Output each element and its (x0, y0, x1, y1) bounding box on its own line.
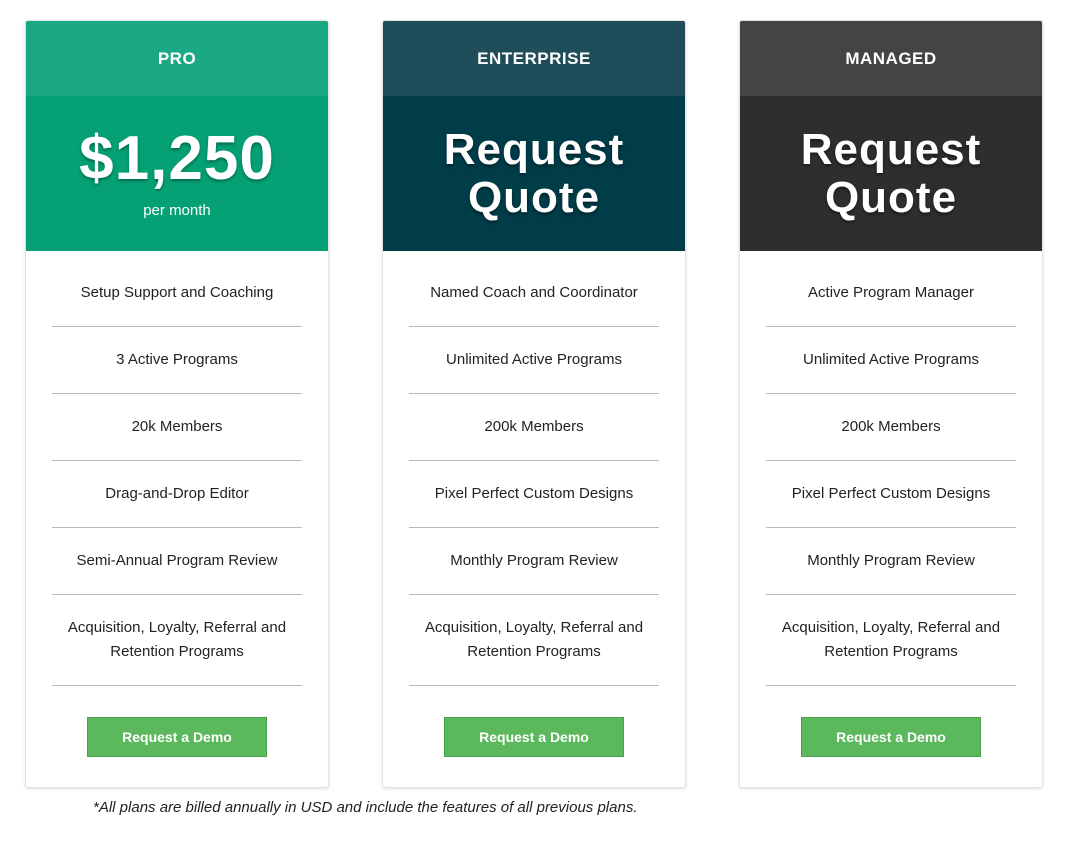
feature-label: Named Coach and Coordinator (430, 284, 638, 301)
feature-item: Pixel Perfect Custom Designs (766, 461, 1016, 528)
plan-price-panel: Request Quote (740, 96, 1042, 251)
plan-price-line-1: Request (443, 124, 625, 174)
feature-item: 3 Active Programs (52, 327, 302, 394)
feature-item: Unlimited Active Programs (409, 327, 659, 394)
feature-list: Active Program Manager Unlimited Active … (740, 251, 1042, 686)
feature-item: 200k Members (409, 394, 659, 461)
feature-label: Monthly Program Review (450, 552, 618, 569)
feature-label: Unlimited Active Programs (803, 351, 979, 368)
plan-price: $1,250 (79, 124, 275, 193)
feature-item: Drag-and-Drop Editor (52, 461, 302, 528)
feature-item: Monthly Program Review (409, 528, 659, 595)
feature-label: Pixel Perfect Custom Designs (791, 485, 991, 502)
feature-label: Acquisition, Loyalty, Referral and Reten… (424, 619, 644, 660)
feature-label: Unlimited Active Programs (446, 351, 622, 368)
plan-price-line-2: Quote (824, 172, 958, 222)
request-demo-button[interactable]: Request a Demo (444, 717, 624, 757)
feature-label: 200k Members (484, 418, 584, 435)
feature-item: Setup Support and Coaching (52, 260, 302, 327)
plan-price-line-1: Request (800, 124, 982, 174)
plan-card-enterprise: ENTERPRISE Request Quote Named Coach and… (382, 20, 686, 788)
feature-item: Acquisition, Loyalty, Referral and Reten… (409, 595, 659, 686)
feature-item: Semi-Annual Program Review (52, 528, 302, 595)
billing-footnote: *All plans are billed annually in USD an… (93, 799, 638, 816)
feature-label: 20k Members (131, 418, 223, 435)
plan-name: MANAGED (740, 21, 1042, 96)
feature-item: Unlimited Active Programs (766, 327, 1016, 394)
feature-list: Named Coach and Coordinator Unlimited Ac… (383, 251, 685, 686)
plan-price-panel: Request Quote (383, 96, 685, 251)
feature-label: Active Program Manager (808, 284, 974, 301)
feature-item: Acquisition, Loyalty, Referral and Reten… (766, 595, 1016, 686)
feature-label: Pixel Perfect Custom Designs (434, 485, 634, 502)
plan-price-panel: $1,250 per month (26, 96, 328, 251)
feature-item: 200k Members (766, 394, 1016, 461)
feature-label: 3 Active Programs (116, 351, 238, 368)
feature-label: Monthly Program Review (807, 552, 975, 569)
plan-card-pro: PRO $1,250 per month Setup Support and C… (25, 20, 329, 788)
feature-item: Pixel Perfect Custom Designs (409, 461, 659, 528)
feature-item: Named Coach and Coordinator (409, 260, 659, 327)
feature-label: Setup Support and Coaching (80, 284, 274, 301)
feature-label: Semi-Annual Program Review (76, 552, 278, 569)
plan-card-managed: MANAGED Request Quote Active Program Man… (739, 20, 1043, 788)
feature-label: Acquisition, Loyalty, Referral and Reten… (781, 619, 1001, 660)
plan-price-period: per month (143, 202, 211, 219)
pricing-plans: PRO $1,250 per month Setup Support and C… (0, 0, 1070, 841)
feature-item: Active Program Manager (766, 260, 1016, 327)
plan-name: PRO (26, 21, 328, 96)
feature-item: Monthly Program Review (766, 528, 1016, 595)
plan-name: ENTERPRISE (383, 21, 685, 96)
feature-label: Acquisition, Loyalty, Referral and Reten… (67, 619, 287, 660)
plan-price-line-2: Quote (467, 172, 601, 222)
feature-label: Drag-and-Drop Editor (105, 485, 249, 502)
request-demo-button[interactable]: Request a Demo (801, 717, 981, 757)
feature-label: 200k Members (841, 418, 941, 435)
feature-item: Acquisition, Loyalty, Referral and Reten… (52, 595, 302, 686)
feature-list: Setup Support and Coaching 3 Active Prog… (26, 251, 328, 686)
feature-item: 20k Members (52, 394, 302, 461)
request-demo-button[interactable]: Request a Demo (87, 717, 267, 757)
